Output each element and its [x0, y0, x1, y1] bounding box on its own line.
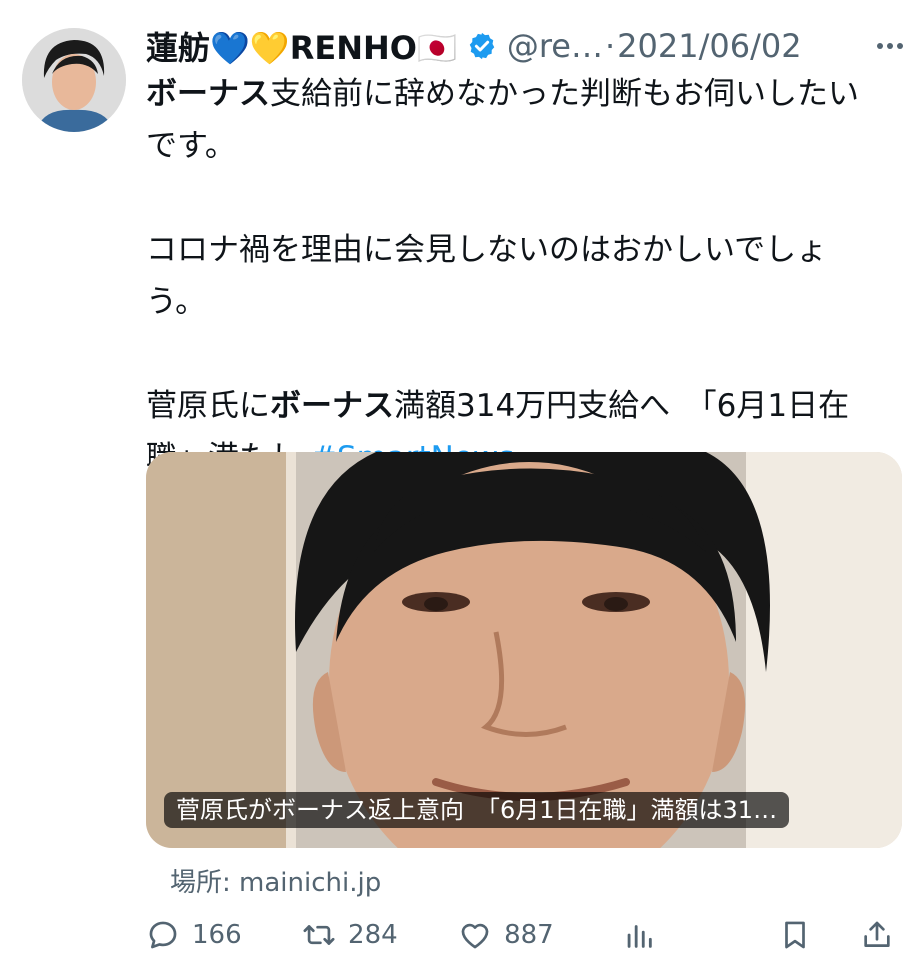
tweet-paragraph-1: ボーナス支給前に辞めなかった判断もお伺いしたいです。	[146, 68, 886, 172]
reply-icon	[149, 921, 177, 949]
tweet-header: 蓮舫💙💛RENHO🇯🇵 @re… · 2021/06/02	[146, 23, 909, 69]
avatar-photo	[22, 28, 126, 132]
link-card-image	[146, 452, 902, 848]
link-source[interactable]: 場所: mainichi.jp	[170, 862, 381, 899]
bookmark-icon	[785, 921, 805, 949]
heart-icon	[461, 923, 489, 949]
verified-badge-icon	[469, 32, 495, 60]
share-button[interactable]	[860, 918, 906, 952]
paragraph-text: 菅原氏に	[146, 388, 270, 424]
repost-count: 284	[348, 920, 398, 950]
link-card[interactable]: 菅原氏がボーナス返上意向 「6月1日在職」満額は31…	[146, 452, 902, 848]
avatar[interactable]	[22, 28, 126, 132]
tweet-date[interactable]: 2021/06/02	[617, 27, 801, 65]
bold-term: ボーナス	[270, 388, 394, 424]
like-count: 887	[504, 920, 554, 950]
repost-button[interactable]: 284	[302, 918, 458, 952]
views-icon	[627, 925, 652, 948]
bookmark-button[interactable]	[778, 918, 824, 952]
reply-button[interactable]: 166	[146, 918, 302, 952]
tweet-text: ボーナス支給前に辞めなかった判断もお伺いしたいです。 コロナ禍を理由に会見しない…	[146, 68, 886, 484]
separator-dot: ·	[604, 27, 616, 65]
bold-term: ボーナス	[146, 76, 270, 112]
views-button[interactable]	[622, 918, 778, 952]
tweet-actions: 166 284 887	[146, 912, 906, 958]
author-name[interactable]: 蓮舫💙💛RENHO🇯🇵	[146, 23, 457, 69]
reply-count: 166	[192, 920, 242, 950]
like-button[interactable]: 887	[458, 918, 622, 952]
link-card-title: 菅原氏がボーナス返上意向 「6月1日在職」満額は31…	[164, 792, 790, 828]
more-icon[interactable]	[871, 43, 909, 49]
share-icon	[864, 921, 890, 947]
tweet-paragraph-2: コロナ禍を理由に会見しないのはおかしいでしょう。	[146, 232, 828, 320]
author-handle[interactable]: @re…	[507, 27, 603, 65]
repost-icon	[303, 925, 335, 945]
